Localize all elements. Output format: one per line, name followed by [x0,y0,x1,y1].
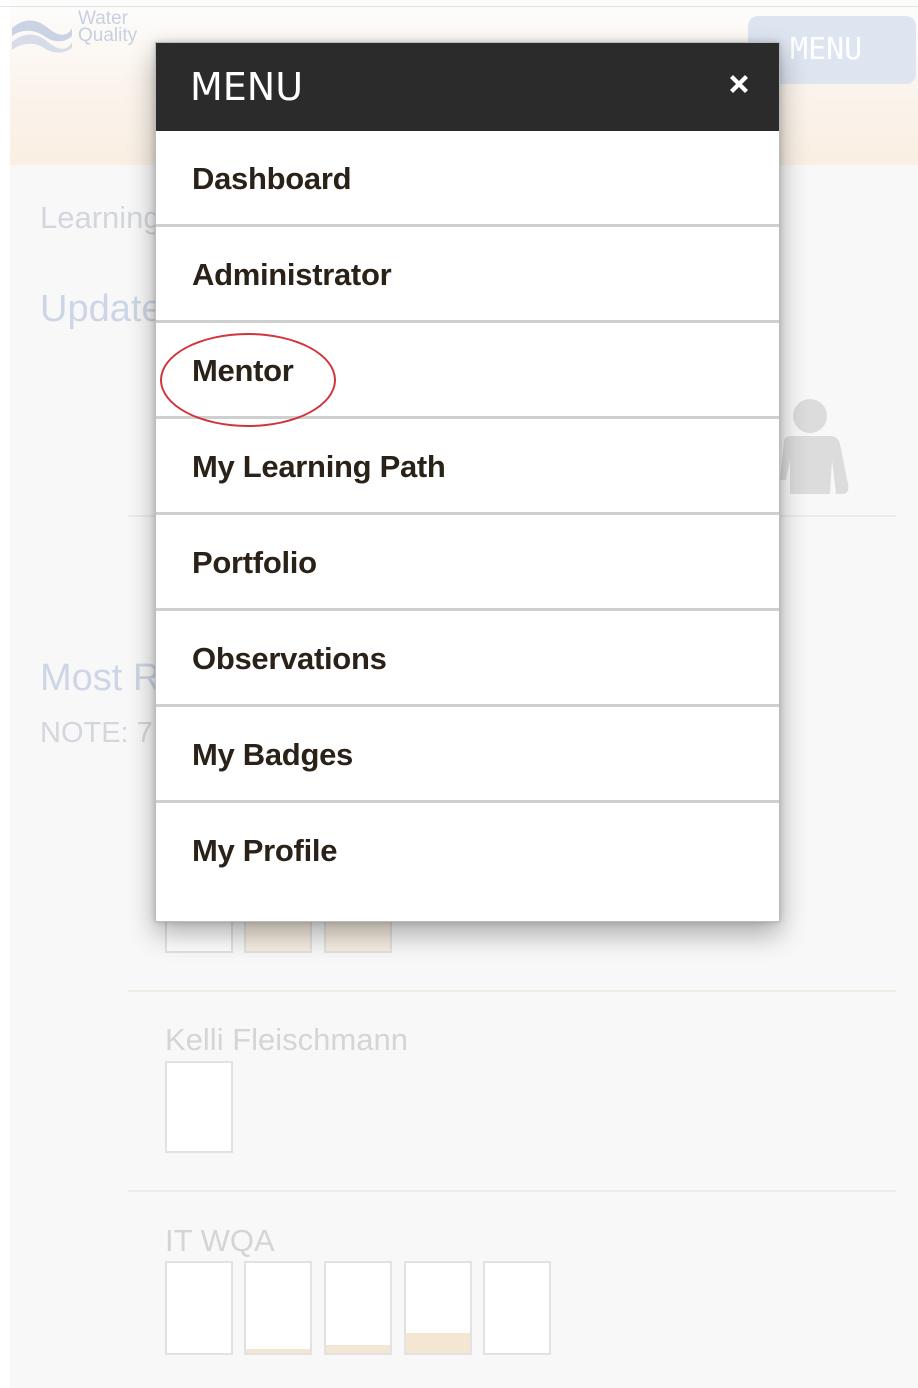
badge-tile[interactable] [244,1261,312,1355]
menu-item-administrator[interactable]: Administrator [156,227,779,323]
menu-item-observations[interactable]: Observations [156,611,779,707]
menu-item-label: Administrator [192,257,392,292]
menu-item-portfolio[interactable]: Portfolio [156,515,779,611]
menu-item-mentor[interactable]: Mentor [156,323,779,419]
section-divider [128,990,896,992]
menu-title: MENU [190,65,304,109]
logo-wordmark: Water Quality [78,9,138,46]
menu-item-label: Portfolio [192,545,317,580]
menu-header: MENU [156,43,779,131]
user-avatar-icon [780,399,849,494]
menu-item-label: My Learning Path [192,449,446,484]
menu-item-label: My Profile [192,833,338,868]
menu-item-label: Observations [192,641,387,676]
badge-tile[interactable] [324,1261,392,1355]
menu-item-my-learning-path[interactable]: My Learning Path [156,419,779,515]
menu-item-dashboard[interactable]: Dashboard [156,131,779,227]
top-divider [0,6,918,7]
learner-name: IT WQA [165,1223,275,1258]
badge-tile[interactable] [165,1261,233,1355]
menu-item-label: Mentor [192,353,294,388]
section-divider [128,1190,896,1192]
menu-item-my-profile[interactable]: My Profile [156,803,779,899]
menu-item-label: Dashboard [192,161,352,196]
menu-list: Dashboard Administrator Mentor My Learni… [156,131,779,899]
water-wave-icon [12,20,72,53]
close-icon[interactable] [722,67,756,101]
badge-tile[interactable] [483,1261,551,1355]
badge-tile[interactable] [404,1261,472,1355]
learner-name: Kelli Fleischmann [165,1022,408,1057]
note-text: NOTE: 7 [40,717,153,749]
learning-heading: Learning [40,200,161,235]
menu-panel: MENU Dashboard Administrator Mentor My L… [155,42,780,922]
site-logo[interactable]: Water Quality [10,9,150,55]
logo-line-2: Quality [78,25,138,46]
menu-item-my-badges[interactable]: My Badges [156,707,779,803]
menu-item-label: My Badges [192,737,353,772]
most-recent-heading: Most R [40,657,161,699]
badge-tile[interactable] [165,1061,233,1153]
